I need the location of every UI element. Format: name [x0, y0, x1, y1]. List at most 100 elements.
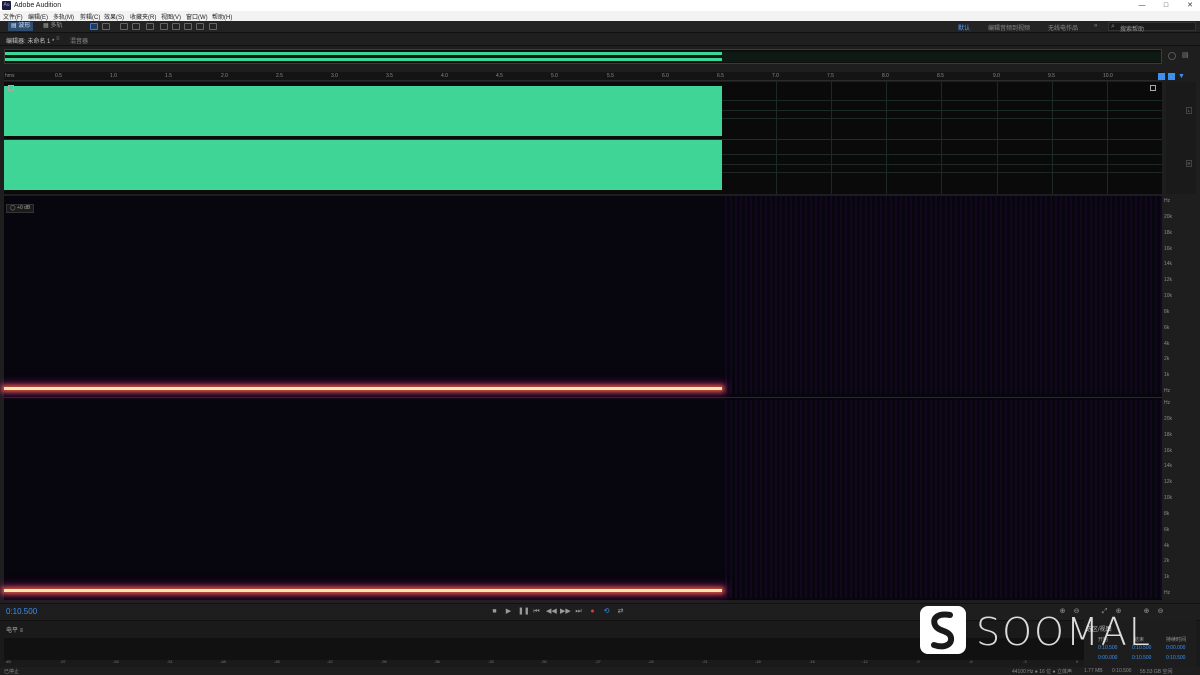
menu-view[interactable]: 视图(V): [161, 12, 181, 21]
status-sample-format: 44100 Hz ● 16 位 ● 立体声: [1012, 669, 1072, 675]
overview-channel-2: [5, 58, 722, 61]
ruler-tick-label: 3.5: [386, 73, 393, 79]
menu-multitrack[interactable]: 多轨(M): [53, 12, 74, 21]
channel-R-toggle[interactable]: R: [1186, 160, 1192, 167]
level-tick-label: dB: [6, 659, 11, 664]
close-button[interactable]: ✕: [1182, 1, 1198, 10]
scale-label: 10k: [1164, 293, 1173, 299]
zoom-reset-icon[interactable]: [1168, 52, 1176, 60]
spectral-channel-right: [4, 400, 1162, 598]
search-icon: ⌕: [1111, 23, 1115, 30]
hud-volume-control[interactable]: ◯ +0 dB: [6, 204, 35, 213]
waveform-panel[interactable]: [4, 82, 1162, 194]
waveform-display-icon[interactable]: [90, 23, 98, 30]
scale-label: 4k: [1164, 543, 1170, 549]
menu-window[interactable]: 窗口(W): [186, 12, 208, 21]
waveform-view-button[interactable]: ▤ 波形: [8, 22, 34, 31]
level-tick-label: -27: [595, 659, 601, 664]
ruler-tick-label: 5.0: [551, 73, 558, 79]
zoom-to-selection-icon[interactable]: [1158, 73, 1165, 80]
marker-icon[interactable]: ▼: [1178, 73, 1185, 80]
workspace-default[interactable]: 默认: [958, 23, 970, 32]
marquee-tool-icon[interactable]: [172, 23, 180, 30]
spectral-display-icon[interactable]: [102, 23, 110, 30]
more-workspaces-icon[interactable]: »: [1094, 23, 1097, 29]
scale-label: 18k: [1164, 432, 1173, 438]
menu-edit[interactable]: 编辑(E): [28, 12, 48, 21]
pause-button[interactable]: ❚❚: [518, 607, 530, 616]
skip-selection-button[interactable]: ⇄: [616, 607, 625, 616]
stop-button[interactable]: ■: [490, 607, 499, 616]
go-to-end-button[interactable]: ⏭: [574, 607, 583, 616]
fast-forward-button[interactable]: ▶▶: [560, 607, 571, 616]
scale-label: Hz: [1164, 388, 1171, 394]
menu-help[interactable]: 帮助(H): [212, 12, 232, 21]
workspace-radio-production[interactable]: 无线电作品: [1048, 23, 1078, 32]
waveform-fade-out-handle-icon[interactable]: [1150, 85, 1156, 91]
level-tick-label: -48: [220, 659, 226, 664]
ruler-tick-label: 7.5: [827, 73, 834, 79]
spot-healing-tool-icon[interactable]: [209, 23, 217, 30]
playhead-lock-icon[interactable]: [1168, 73, 1175, 80]
menu-effects[interactable]: 效果(S): [104, 12, 124, 21]
overview-bar[interactable]: [4, 49, 1162, 64]
waveform-gridline: [831, 82, 832, 194]
ruler-tick-label: 2.0: [221, 73, 228, 79]
ruler-tick-label: 4.0: [441, 73, 448, 79]
lasso-tool-icon[interactable]: [184, 23, 192, 30]
go-to-start-button[interactable]: ⏮: [532, 607, 541, 616]
toolbar: ▤ 波形 ▦ 多轨 默认 编辑音频到视频 无线电作品 » ⌕ 搜索帮助: [0, 21, 1200, 33]
minimize-button[interactable]: —: [1134, 1, 1150, 10]
ruler-tick-label: 8.0: [882, 73, 889, 79]
brush-tool-icon[interactable]: [196, 23, 204, 30]
waveform-amplitude-gridline: [722, 164, 1162, 165]
level-tick-label: -3: [1023, 659, 1027, 664]
workspace-edit-audio-to-video[interactable]: 编辑音频到视频: [988, 23, 1030, 32]
waveform-fade-handle-icon[interactable]: [8, 85, 14, 91]
rewind-button[interactable]: ◀◀: [546, 607, 557, 616]
ruler-tick-label: 6.5: [717, 73, 724, 79]
maximize-button[interactable]: □: [1158, 1, 1174, 10]
scale-label: 16k: [1164, 246, 1173, 252]
scale-label: 4k: [1164, 341, 1170, 347]
levels-title-text: 电平: [6, 628, 19, 634]
record-button[interactable]: ●: [588, 607, 597, 616]
scale-label: 6k: [1164, 527, 1170, 533]
time-ruler[interactable]: hms 0.5 1.0 1.5 2.0 2.5 3.0 3.5 4.0 4.5 5.0 5.5 6.0…: [4, 72, 1162, 81]
tab-editor[interactable]: 编辑器: 未命名 1 *: [6, 36, 54, 45]
move-tool-icon[interactable]: [120, 23, 128, 30]
menu-file[interactable]: 文件(F): [3, 12, 23, 21]
overview-menu-icon[interactable]: ▤: [1182, 52, 1191, 60]
multitrack-view-button[interactable]: ▦ 多轨: [40, 22, 65, 31]
tab-mixer[interactable]: 混音器: [70, 36, 88, 45]
waveform-gridline: [1107, 82, 1108, 194]
level-tick-label: -15: [809, 659, 815, 664]
slip-tool-icon[interactable]: [146, 23, 154, 30]
scale-label: 20k: [1164, 214, 1173, 220]
levels-title: 电平 ≡: [6, 628, 24, 634]
menu-clip[interactable]: 剪辑(C): [80, 12, 100, 21]
hz-scale-left: Hz 20k 18k 16k 14k 12k 10k 8k 6k 4k 2k 1k Hz: [1164, 198, 1194, 394]
razor-tool-icon[interactable]: [132, 23, 140, 30]
channel-L-toggle[interactable]: L: [1186, 107, 1192, 114]
ruler-tick-label: 9.0: [993, 73, 1000, 79]
scale-label: 6k: [1164, 325, 1170, 331]
spectral-panel[interactable]: [4, 196, 1162, 600]
hz-scale-right: Hz 20k 18k 16k 14k 12k 10k 8k 6k 4k 2k 1k Hz: [1164, 400, 1194, 596]
level-tick-label: -42: [327, 659, 333, 664]
app-logo-icon: Au: [2, 1, 11, 10]
play-button[interactable]: ▶: [504, 607, 513, 616]
level-tick-label: -36: [434, 659, 440, 664]
scale-label: Hz: [1164, 400, 1171, 406]
scale-label: Hz: [1164, 590, 1171, 596]
time-selection-tool-icon[interactable]: [160, 23, 168, 30]
time-display[interactable]: 0:10.500: [6, 607, 37, 616]
menu-bar: 文件(F) 编辑(E) 多轨(M) 剪辑(C) 效果(S) 收藏夹(R) 视图(…: [0, 11, 1200, 21]
loop-playback-button[interactable]: ⟲: [602, 607, 611, 616]
menu-favorites[interactable]: 收藏夹(R): [130, 12, 156, 21]
tab-menu-icon[interactable]: ≡: [56, 36, 60, 42]
soomal-s-glyph-icon: [931, 611, 955, 650]
search-help-field[interactable]: ⌕ 搜索帮助: [1108, 22, 1196, 33]
waveform-vertical-scrollbar[interactable]: [1166, 82, 1196, 194]
ruler-tick-label: 0.5: [55, 73, 62, 79]
